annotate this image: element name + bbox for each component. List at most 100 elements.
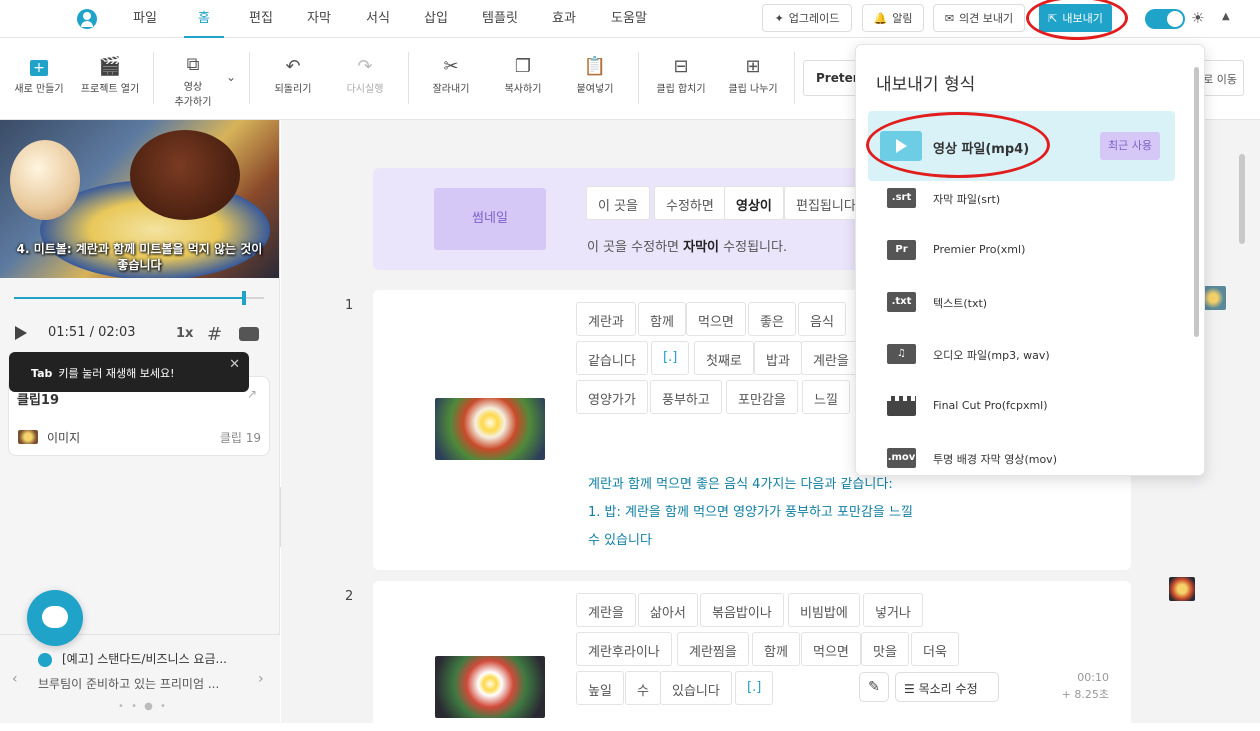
menu-subtitle[interactable]: 자막 [302,0,336,38]
word-chip[interactable]: 느낄 [802,380,850,414]
menu-edit[interactable]: 편집 [244,0,278,38]
word-chip[interactable]: 함께 [752,632,800,666]
menu-format[interactable]: 서식 [361,0,395,38]
undo-button[interactable]: ↶ 되돌리기 [266,56,320,95]
word-chip[interactable]: 좋은 [748,302,796,336]
row-thumbnail[interactable] [435,656,545,718]
new-project-button[interactable]: + 새로 만들기 [12,56,66,95]
menu-file[interactable]: 파일 [128,0,162,38]
word-chip[interactable]: 계란찜을 [677,632,749,666]
merge-clip-button[interactable]: ⊟ 클립 합치기 [652,56,710,95]
grid-icon[interactable]: # [207,324,222,345]
external-link-icon[interactable]: ↗ [247,387,257,401]
word-chip[interactable]: [.] [735,671,774,705]
export-option-label: Final Cut Pro(fcpxml) [933,399,1048,412]
collapse-up-icon[interactable]: ▲ [1222,11,1230,22]
font-select[interactable]: Pretend [803,60,870,96]
speed-button[interactable]: 1x [176,326,193,341]
close-icon[interactable]: ✕ [229,357,240,372]
word-chip[interactable]: 더욱 [911,632,959,666]
add-video-icon: ⧉ [186,54,200,75]
export-option-label: 자막 파일(srt) [933,193,1001,206]
export-mov-option[interactable]: .mov 투명 배경 자막 영상(mov) [868,427,1175,475]
word-chip[interactable]: 수정하면 [654,186,726,220]
open-project-label: 프로젝트 열기 [80,84,140,95]
news-banner[interactable]: [예고] 스탠다드/비즈니스 요금... 브루팀이 준비하고 있는 프리미엄 .… [0,634,280,723]
word-chip[interactable]: 영양가가 [576,380,648,414]
theme-toggle[interactable] [1145,9,1185,29]
timeline-handle[interactable] [242,291,246,305]
split-clip-button[interactable]: ⊞ 클립 나누기 [724,56,782,95]
word-chip[interactable]: 높일 [576,671,624,705]
word-chip[interactable]: 첫째로 [694,341,754,375]
chevron-left-icon[interactable]: ‹ [12,671,18,687]
notification-button[interactable]: 🔔 알림 [862,4,924,32]
voice-edit-button[interactable]: ☰ 목소리 수정 [895,672,999,702]
chevron-right-icon[interactable]: › [258,671,264,687]
menu-home[interactable]: 홈 [184,0,224,38]
chat-support-button[interactable] [27,590,83,646]
chevron-down-icon[interactable]: ⌄ [226,70,236,84]
open-project-button[interactable]: 🎬 프로젝트 열기 [78,56,142,95]
paste-button[interactable]: 📋 붙여넣기 [568,56,622,95]
row-number: 1 [345,298,354,313]
clapperboard-icon [887,396,916,416]
word-chip[interactable]: 먹으면 [801,632,861,666]
copy-button[interactable]: ❐ 복사하기 [496,56,550,95]
word-chip[interactable]: 넣거나 [863,593,923,627]
word-chip[interactable]: 비빔밥에 [788,593,860,627]
word-chip[interactable]: 먹으면 [686,302,746,336]
export-menu-scrollbar[interactable] [1194,67,1199,337]
tooltip-text: 키를 눌러 재생해 보세요! [58,367,175,380]
word-chip[interactable]: 계란을 [576,593,636,627]
word-chip[interactable]: 영상이 [724,186,784,220]
word-chip[interactable]: 음식 [798,302,846,336]
pencil-icon[interactable]: ✎ [859,672,889,702]
word-chip[interactable]: 계란과 [576,302,636,336]
menu-insert[interactable]: 삽입 [419,0,453,38]
word-chip[interactable]: 이 곳을 [586,186,651,220]
play-icon[interactable] [15,326,27,340]
word-chip[interactable]: 포만감을 [726,380,798,414]
upgrade-label: 업그레이드 [788,12,840,25]
video-preview[interactable]: 4. 미트볼: 계란과 함께 미트볼을 먹지 않는 것이 좋습니다 [0,120,279,278]
row-timing: 00:10 + 8.25초 [1062,669,1109,703]
word-chip[interactable]: 밥과 [754,341,802,375]
word-chip[interactable]: 계란후라이나 [576,632,672,666]
preview-egg-image [10,140,80,220]
word-chip[interactable]: 풍부하고 [650,380,722,414]
playback-time: 01:51 / 02:03 [48,325,136,340]
menu-help[interactable]: 도움말 [605,0,653,38]
main-scrollbar[interactable] [1239,154,1245,244]
row-side-thumbnail[interactable] [1169,577,1195,601]
profile-icon[interactable] [77,9,97,29]
cut-button[interactable]: ✂ 잘라내기 [424,56,478,95]
word-chip[interactable]: 같습니다 [576,341,648,375]
row-thumbnail[interactable] [435,398,545,460]
word-chip[interactable]: 있습니다 [660,671,732,705]
subtitle-paragraph[interactable]: 계란과 함께 먹으면 좋은 음식 4가지는 다음과 같습니다: 1. 밥: 계란… [588,471,988,555]
menu-template[interactable]: 템플릿 [476,0,524,38]
export-label: 내보내기 [1062,12,1103,25]
word-chip[interactable]: 함께 [638,302,686,336]
word-chip[interactable]: [.] [651,341,690,375]
upgrade-button[interactable]: ✦ 업그레이드 [762,4,852,32]
toolbar-divider [249,52,250,104]
add-video-button[interactable]: ⧉ 영상 추가하기 [170,54,216,108]
menu-effects[interactable]: 효과 [547,0,581,38]
word-chip[interactable]: 삶아서 [638,593,698,627]
word-chip[interactable]: 맛을 [861,632,909,666]
news-pager-dots[interactable]: • • ● • [118,701,168,712]
export-button[interactable]: ⇱ 내보내기 [1039,4,1112,32]
word-chip[interactable]: 수 [625,671,661,705]
word-chip[interactable]: 계란을 [801,341,861,375]
redo-icon: ↷ [357,56,373,77]
feedback-label: 의견 보내기 [959,12,1014,25]
redo-button[interactable]: ↷ 다시실행 [338,56,392,95]
feedback-button[interactable]: ✉ 의견 보내기 [933,4,1025,32]
row-start-time: 00:10 [1077,671,1109,684]
cut-label: 잘라내기 [432,84,470,95]
thumbnail-box[interactable]: 썸네일 [434,188,546,250]
word-chip[interactable]: 볶음밥이나 [700,593,784,627]
caption-toggle-icon[interactable] [239,327,259,341]
